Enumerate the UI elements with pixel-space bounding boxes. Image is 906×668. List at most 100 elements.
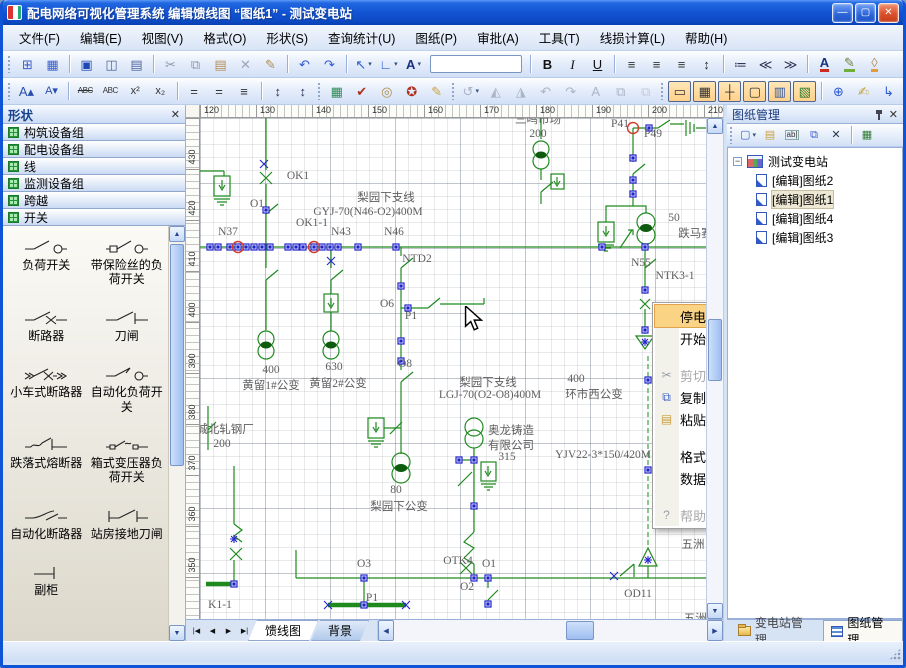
menu-file[interactable]: 文件(F) — [9, 24, 70, 51]
paste-button[interactable]: ▤ — [209, 54, 232, 75]
ctx-paste[interactable]: ▤ 粘贴(P) — [655, 408, 706, 430]
flip-horizontal-button[interactable]: ◭ — [484, 81, 507, 102]
shape-dropout-fuse[interactable]: 跌落式熔断器 — [7, 436, 86, 485]
font-color-button[interactable]: A — [813, 54, 836, 75]
ctx-format[interactable]: 格式(O) ▶ — [655, 445, 706, 467]
redo-button[interactable]: ↷ — [318, 54, 341, 75]
reroute-button[interactable]: ↳ — [877, 81, 900, 102]
scroll-thumb[interactable] — [170, 244, 184, 466]
next-page-button[interactable]: ▶ — [221, 623, 236, 639]
font-combo[interactable] — [430, 55, 522, 73]
scroll-thumb[interactable] — [566, 621, 594, 640]
menu-format[interactable]: 格式(O) — [193, 24, 256, 51]
ctx-data[interactable]: 数据(D) ▶ — [655, 467, 706, 489]
new-sheet-button[interactable]: ▢ — [738, 125, 758, 146]
fill-color-button[interactable]: ◊ — [863, 54, 886, 75]
space-increase-button[interactable]: ↕ — [266, 81, 289, 102]
delete-button[interactable]: ✕ — [234, 54, 257, 75]
format-painter-button[interactable]: ✎ — [259, 54, 282, 75]
scroll-up-icon[interactable]: ▲ — [169, 226, 185, 242]
flip-vertical-button[interactable]: ◮ — [509, 81, 532, 102]
tree-sheet-2[interactable]: [编辑]图纸2 — [730, 171, 900, 190]
group-monitoring[interactable]: 监测设备组 — [3, 175, 185, 192]
save-button[interactable]: ▣ — [75, 54, 98, 75]
tree-sheet-4[interactable]: [编辑]图纸4 — [730, 209, 900, 228]
shape-breaker[interactable]: 断路器 — [7, 309, 86, 343]
shape-load-switch[interactable]: 负荷开关 — [7, 238, 86, 287]
last-page-button[interactable]: ▶| — [237, 623, 252, 639]
tab-station-manager[interactable]: 变电站管理 — [731, 620, 821, 641]
collapse-icon[interactable]: − — [733, 157, 742, 166]
new-drawing-button[interactable]: ⊞ — [16, 54, 39, 75]
group-distribution[interactable]: 配电设备组 — [3, 141, 185, 158]
bring-front-button[interactable]: ⧉ — [609, 81, 632, 102]
toolbar-grip[interactable] — [451, 82, 454, 100]
ctx-start-outage-plan[interactable]: 开始停电计划 — [655, 327, 706, 349]
ctx-help[interactable]: ? 帮助(H) — [655, 504, 706, 526]
group-lines[interactable]: 线 — [3, 158, 185, 175]
toolbar-grip[interactable] — [7, 55, 11, 73]
select-area-toggle[interactable]: ▢ — [743, 81, 766, 102]
menu-sheet[interactable]: 图纸(P) — [405, 24, 467, 51]
menu-line-loss[interactable]: 线损计算(L) — [590, 24, 675, 51]
tab-feeder-diagram[interactable]: 馈线图 — [248, 620, 318, 641]
canvas-vscrollbar[interactable]: ▲ ▼ — [706, 118, 723, 619]
edit-sheet-button[interactable]: ✎ — [425, 81, 448, 102]
send-back-button[interactable]: ⧉ — [634, 81, 657, 102]
group-crossings[interactable]: 跨越 — [3, 192, 185, 209]
guides-toggle[interactable]: ┼ — [718, 81, 741, 102]
find-shape-button[interactable]: ◎ — [375, 81, 398, 102]
prev-page-button[interactable]: ◀ — [205, 623, 220, 639]
scroll-right-icon[interactable]: ▶ — [707, 620, 723, 641]
menu-view[interactable]: 视图(V) — [132, 24, 194, 51]
toolbar-grip[interactable] — [7, 82, 10, 100]
tree-sheet-1[interactable]: [编辑]图纸1 — [730, 190, 900, 209]
menu-help[interactable]: 帮助(H) — [675, 24, 737, 51]
properties-button[interactable]: ✍ — [852, 81, 875, 102]
menu-query-stats[interactable]: 查询统计(U) — [318, 24, 405, 51]
connector-tool-button[interactable]: ∟ — [377, 54, 400, 75]
tab-sheet-manager[interactable]: 图纸管理 — [823, 620, 903, 641]
canvas-hscrollbar[interactable]: ◀ ▶ — [377, 620, 723, 641]
bullets-button[interactable]: ≔ — [729, 54, 752, 75]
distribute-button[interactable]: ↕ — [695, 54, 718, 75]
scroll-thumb[interactable] — [708, 319, 722, 381]
pin-icon[interactable] — [875, 109, 883, 120]
italic-button[interactable]: I — [561, 54, 584, 75]
minimize-button[interactable]: — — [832, 3, 853, 23]
scroll-down-icon[interactable]: ▼ — [707, 603, 723, 619]
tree-root[interactable]: − 测试变电站 — [730, 152, 900, 171]
restore-button[interactable]: ▢ — [855, 3, 876, 23]
indent-button[interactable]: ≫ — [779, 54, 802, 75]
tree-sheet-3[interactable]: [编辑]图纸3 — [730, 228, 900, 247]
increase-font-button[interactable]: A▴ — [15, 81, 38, 102]
station-diagram-button[interactable]: ▦ — [857, 125, 877, 146]
text-tool-button[interactable]: A — [402, 54, 425, 75]
ctx-outage-analysis[interactable]: 停电分析 — [655, 305, 706, 327]
outdent-button[interactable]: ≪ — [754, 54, 777, 75]
zoom-button[interactable]: ⊕ — [827, 81, 850, 102]
shape-truck-breaker[interactable]: 小车式断路器 — [7, 365, 86, 414]
group-switches[interactable]: 开关 — [3, 209, 185, 226]
rotate-right-button[interactable]: ↷ — [559, 81, 582, 102]
tab-background[interactable]: 背景 — [311, 620, 369, 641]
align-bottom-button[interactable]: ≡ — [233, 81, 256, 102]
align-top-button[interactable]: = — [183, 81, 206, 102]
explorer-toggle[interactable]: ▧ — [793, 81, 816, 102]
menu-shape[interactable]: 形状(S) — [256, 24, 318, 51]
menu-approve[interactable]: 审批(A) — [467, 24, 529, 51]
group-structures[interactable]: 构筑设备组 — [3, 124, 185, 141]
subscript-button[interactable]: x₂ — [149, 81, 172, 102]
space-decrease-button[interactable]: ↕ — [291, 81, 314, 102]
scroll-left-icon[interactable]: ◀ — [378, 620, 394, 641]
rename-sheet-button[interactable]: ab| — [782, 125, 802, 146]
copy-sheet-button[interactable]: ⧉ — [804, 125, 824, 146]
shape-aux-cabinet[interactable]: 副柜 — [7, 563, 86, 597]
shape-box-transformer-switch[interactable]: 箱式变压器负荷开关 — [88, 436, 167, 485]
toolbar-grip[interactable] — [729, 126, 733, 144]
close-icon[interactable]: ✕ — [171, 108, 180, 121]
superscript-button[interactable]: x² — [124, 81, 147, 102]
close-icon[interactable]: ✕ — [889, 108, 898, 121]
shape-knife-switch[interactable]: 刀闸 — [88, 309, 167, 343]
align-right-button[interactable]: ≡ — [670, 54, 693, 75]
